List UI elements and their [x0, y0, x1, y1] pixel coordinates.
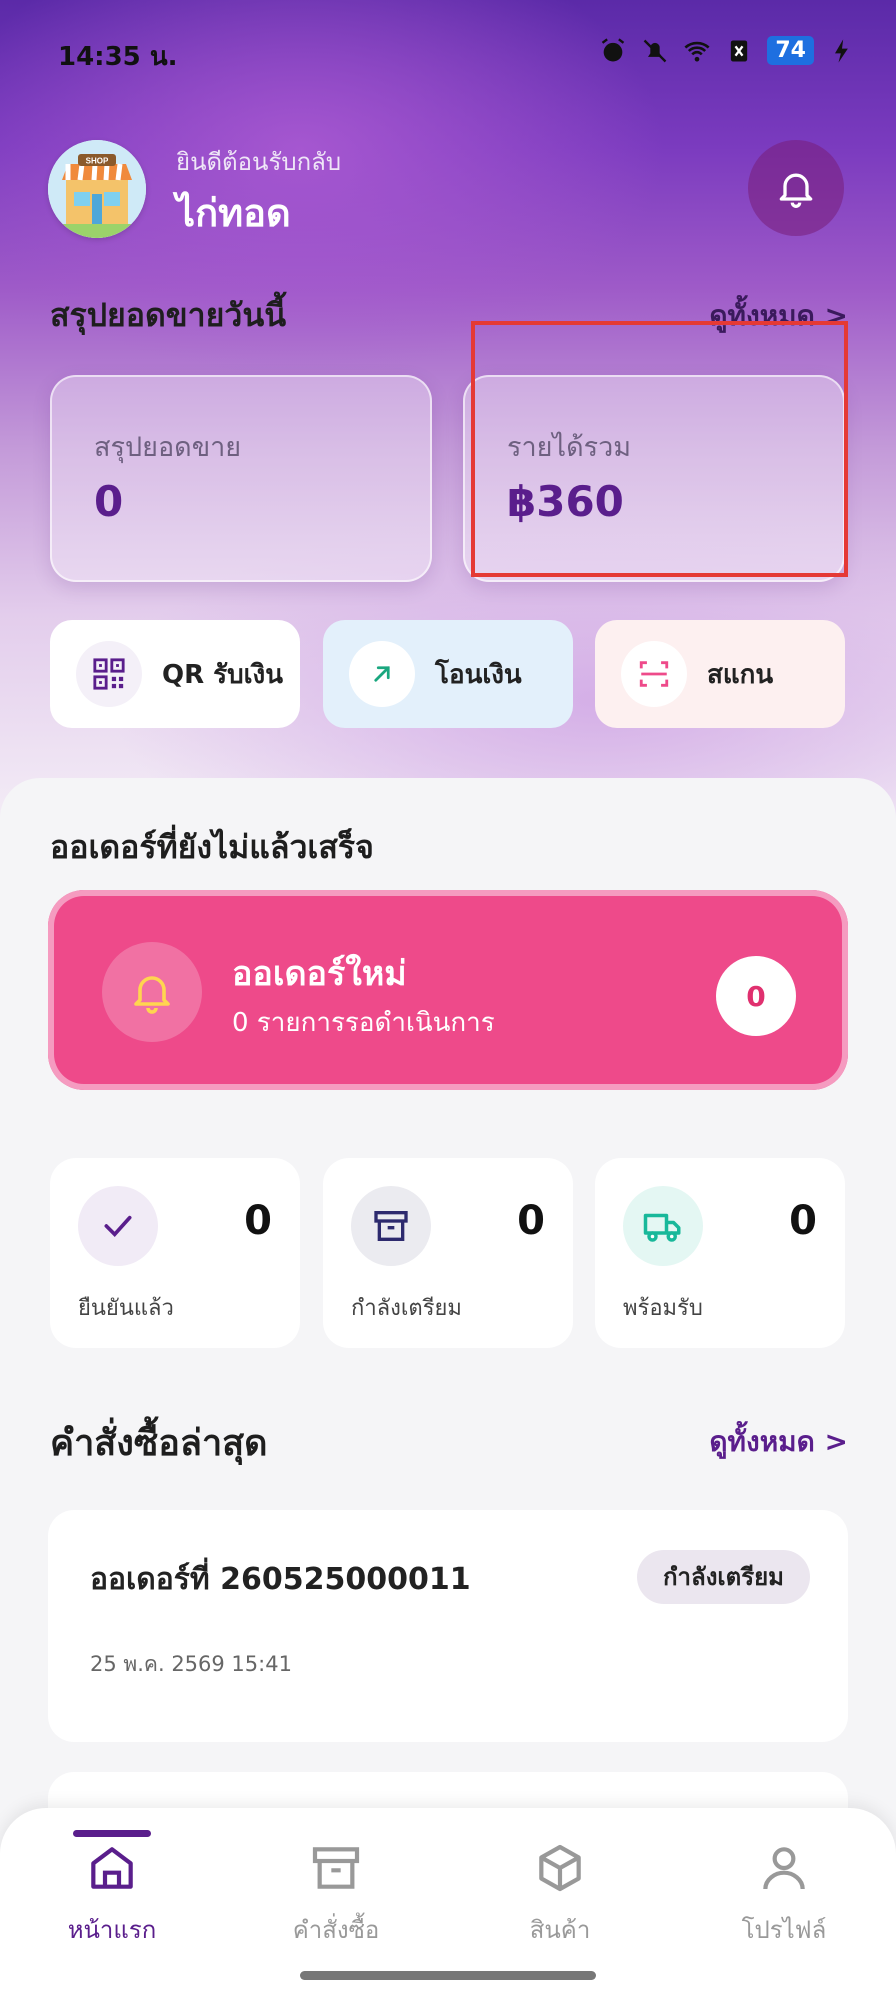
status-bar: 14:35 น. 74	[58, 36, 856, 76]
qr-receive-button[interactable]: QR รับเงิน	[50, 620, 300, 728]
stat-ready-label: พร้อมรับ	[623, 1296, 703, 1321]
stat-preparing-value: 0	[517, 1198, 545, 1244]
new-order-count: 0	[716, 956, 796, 1036]
archive-box-icon	[374, 1211, 408, 1241]
stat-confirmed-label: ยืนยันแล้ว	[78, 1296, 174, 1321]
check-icon	[104, 1215, 132, 1237]
nav-orders[interactable]: คำสั่งซื้อ	[246, 1840, 426, 1949]
nav-products[interactable]: สินค้า	[470, 1840, 650, 1949]
welcome-text: ยินดีต้อนรับกลับ	[176, 148, 342, 176]
svg-text:SHOP: SHOP	[86, 157, 109, 166]
nav-profile-label: โปรไฟล์	[741, 1916, 827, 1944]
transfer-button[interactable]: โอนเงิน	[323, 620, 573, 728]
sales-summary-label: สรุปยอดขาย	[94, 432, 242, 463]
status-time: 14:35 น.	[58, 42, 178, 72]
stat-preparing-label: กำลังเตรียม	[351, 1296, 462, 1321]
shop-icon: SHOP	[48, 140, 146, 238]
shop-name: ไก่ทอด	[176, 191, 291, 235]
nav-products-label: สินค้า	[529, 1916, 591, 1944]
sim-icon	[731, 40, 748, 61]
today-summary-title: สรุปยอดขายวันนี้	[50, 296, 287, 334]
pending-orders-title: ออเดอร์ที่ยังไม่แล้วเสร็จ	[50, 828, 374, 866]
order-id: ออเดอร์ที่ 260525000011	[90, 1562, 471, 1597]
scan-button[interactable]: สแกน	[595, 620, 845, 728]
sales-summary-value: 0	[94, 477, 124, 526]
archive-box-icon	[312, 1847, 360, 1889]
scan-icon	[639, 661, 669, 687]
order-datetime: 25 พ.ค. 2569 15:41	[90, 1652, 292, 1676]
mute-icon	[644, 39, 667, 62]
arrow-up-right-icon	[374, 666, 390, 682]
order-card[interactable]: ออเดอร์ที่ 260525000011 กำลังเตรียม 25 พ…	[48, 1510, 848, 1742]
bell-icon	[779, 173, 813, 208]
nav-orders-label: คำสั่งซื้อ	[292, 1916, 380, 1944]
cube-icon	[539, 1844, 581, 1892]
home-gesture-bar[interactable]	[300, 1971, 596, 1980]
user-icon	[763, 1847, 805, 1890]
stat-preparing[interactable]: 0 กำลังเตรียม	[323, 1158, 573, 1348]
alarm-icon	[602, 37, 625, 61]
nav-home-label: หน้าแรก	[67, 1916, 157, 1944]
stat-ready-value: 0	[789, 1198, 817, 1244]
highlight-box	[471, 321, 848, 577]
new-order-card[interactable]: ออเดอร์ใหม่ 0 รายการรอดำเนินการ 0	[48, 890, 848, 1090]
qr-code-icon	[93, 658, 125, 690]
truck-icon	[643, 1213, 681, 1242]
bell-icon	[134, 976, 170, 1014]
home-icon	[91, 1847, 133, 1889]
new-order-subtitle: 0 รายการรอดำเนินการ	[232, 1008, 495, 1038]
recent-view-all-link[interactable]: ดูทั้งหมด >	[709, 1420, 848, 1464]
nav-home[interactable]: หน้าแรก	[22, 1840, 202, 1949]
scan-label: สแกน	[707, 659, 774, 690]
sales-summary-card[interactable]: สรุปยอดขาย 0	[50, 375, 432, 582]
battery-level: 74	[767, 36, 814, 65]
notification-button[interactable]	[748, 140, 844, 236]
order-status-badge: กำลังเตรียม	[637, 1550, 810, 1604]
transfer-label: โอนเงิน	[435, 659, 522, 690]
charging-icon	[835, 38, 848, 63]
stat-confirmed[interactable]: 0 ยืนยันแล้ว	[50, 1158, 300, 1348]
shop-avatar[interactable]: SHOP	[48, 140, 146, 238]
recent-orders-title: คำสั่งซื้อล่าสุด	[50, 1423, 268, 1464]
qr-receive-label: QR รับเงิน	[162, 659, 283, 690]
stat-confirmed-value: 0	[244, 1198, 272, 1244]
nav-active-indicator	[73, 1830, 151, 1837]
nav-profile[interactable]: โปรไฟล์	[694, 1840, 874, 1949]
wifi-icon	[684, 41, 710, 61]
stat-ready[interactable]: 0 พร้อมรับ	[595, 1158, 845, 1348]
new-order-title: ออเดอร์ใหม่	[232, 954, 407, 994]
